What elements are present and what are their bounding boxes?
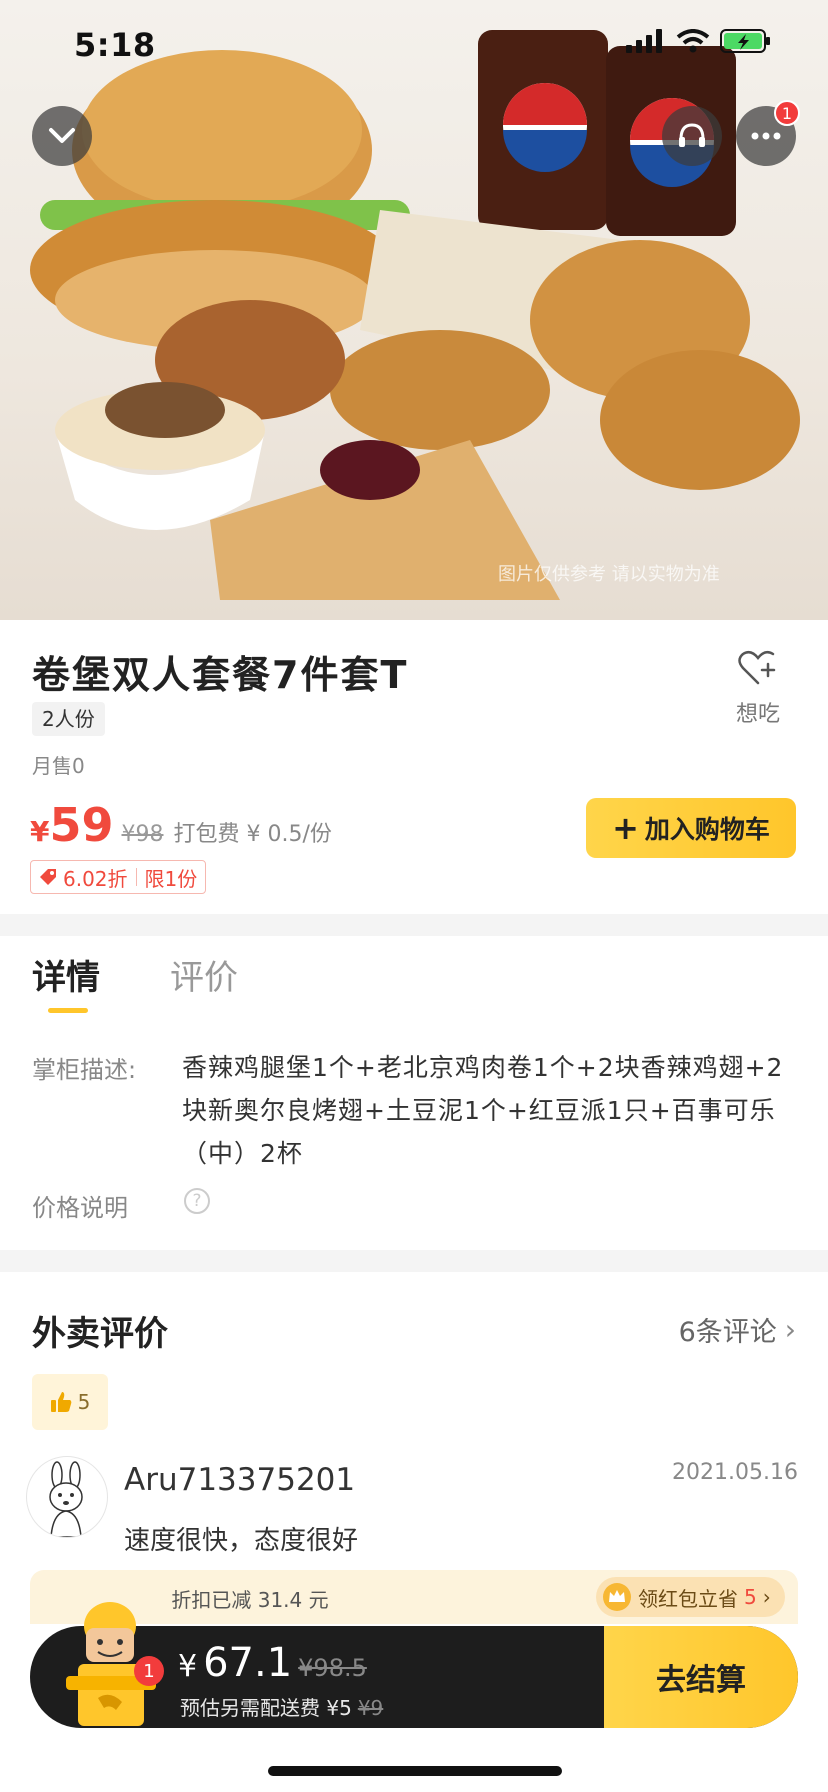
food-photo-illustration <box>30 30 800 600</box>
price-note-label: 价格说明 <box>32 1194 128 1222</box>
crown-icon <box>603 1583 631 1611</box>
original-price: ¥98 <box>121 822 164 847</box>
like-filter-tag[interactable]: 5 <box>32 1374 108 1430</box>
want-button[interactable]: 想吃 <box>728 650 788 728</box>
tab-reviews[interactable]: 评价 <box>170 950 238 999</box>
section-divider <box>0 1250 828 1272</box>
product-title: 卷堡双人套餐7件套T <box>32 653 409 697</box>
active-tab-indicator <box>48 1008 88 1013</box>
monthly-sales: 月售0 <box>32 754 85 778</box>
tab-details[interactable]: 详情 <box>32 950 100 999</box>
price-row: ¥ 59 ¥98 打包费 ¥ 0.5/份 <box>30 798 332 852</box>
add-to-cart-label: 加入购物车 <box>644 815 770 844</box>
description-text: 香辣鸡腿堡1个+老北京鸡肉卷1个+2块香辣鸡翅+2块新奥尔良烤翅+土豆泥1个+红… <box>182 1053 784 1168</box>
product-hero-image <box>0 0 828 620</box>
purchase-limit: 限1份 <box>144 866 198 891</box>
image-watermark: 图片仅供参考 请以实物为准 <box>498 564 720 585</box>
help-icon[interactable]: ? <box>184 1188 210 1214</box>
price-currency: ¥ <box>30 815 50 848</box>
collapse-button[interactable] <box>32 106 92 166</box>
red-packet-button[interactable]: 领红包立省 5 › <box>596 1577 785 1617</box>
shipping-fee: 预估另需配送费 ¥5 ¥9 <box>180 1692 383 1721</box>
review-count: 6条评论 <box>678 1317 777 1348</box>
wifi-icon <box>676 29 710 53</box>
signal-icon <box>626 29 662 53</box>
add-to-cart-button[interactable]: + 加入购物车 <box>586 798 796 858</box>
section-divider <box>0 914 828 936</box>
discount-tag: 6.02折 限1份 <box>30 860 207 894</box>
chevron-right-icon: › <box>762 1585 771 1609</box>
customer-service-button[interactable] <box>662 106 722 166</box>
battery-charging-icon <box>720 29 770 53</box>
shipping-fee-text: 预估另需配送费 ¥5 <box>180 1696 352 1720</box>
like-count: 5 <box>77 1390 91 1414</box>
cart-count-badge: 1 <box>134 1656 164 1686</box>
review-username: Aru713375201 <box>124 1462 356 1498</box>
more-menu-button[interactable]: 1 <box>736 100 800 166</box>
total-amount: 67.1 <box>203 1640 293 1686</box>
original-total: ¥98.5 <box>298 1654 367 1682</box>
review-text: 速度很快，态度很好 <box>124 1526 359 1556</box>
reviews-section-title: 外卖评价 <box>32 1314 168 1354</box>
plus-icon: + <box>612 809 639 847</box>
discount-text: 6.02折 <box>63 866 128 891</box>
all-reviews-link[interactable]: 6条评论 › <box>679 1310 796 1349</box>
red-packet-amount: 5 <box>744 1585 757 1609</box>
chevron-right-icon: › <box>784 1313 796 1346</box>
status-bar-time: 5:18 <box>74 26 156 64</box>
headset-icon <box>679 123 705 147</box>
want-label: 想吃 <box>735 702 780 727</box>
more-menu-badge: 1 <box>774 100 800 126</box>
packing-fee: 打包费 ¥ 0.5/份 <box>173 822 332 847</box>
price-value: 59 <box>49 798 114 852</box>
home-indicator <box>268 1766 562 1776</box>
heart-plus-icon <box>738 650 776 685</box>
cart-total: ¥ 67.1 ¥98.5 <box>178 1640 367 1686</box>
checkout-button[interactable]: 去结算 <box>604 1626 798 1728</box>
total-currency: ¥ <box>178 1649 198 1684</box>
shipping-fee-original: ¥9 <box>357 1696 384 1720</box>
more-dots-icon <box>751 132 781 140</box>
status-bar-icons <box>626 28 772 54</box>
kangaroo-avatar-icon <box>49 1461 83 1537</box>
avatar <box>26 1456 108 1538</box>
portion-tag: 2人份 <box>32 702 105 736</box>
red-packet-label: 领红包立省 <box>638 1586 738 1611</box>
discount-divider <box>135 868 137 886</box>
description-label: 掌柜描述: <box>32 1056 137 1084</box>
chevron-down-icon <box>49 128 75 143</box>
thumbs-up-icon <box>50 1392 71 1412</box>
review-date: 2021.05.16 <box>672 1460 798 1485</box>
price-tag-icon <box>40 869 56 885</box>
